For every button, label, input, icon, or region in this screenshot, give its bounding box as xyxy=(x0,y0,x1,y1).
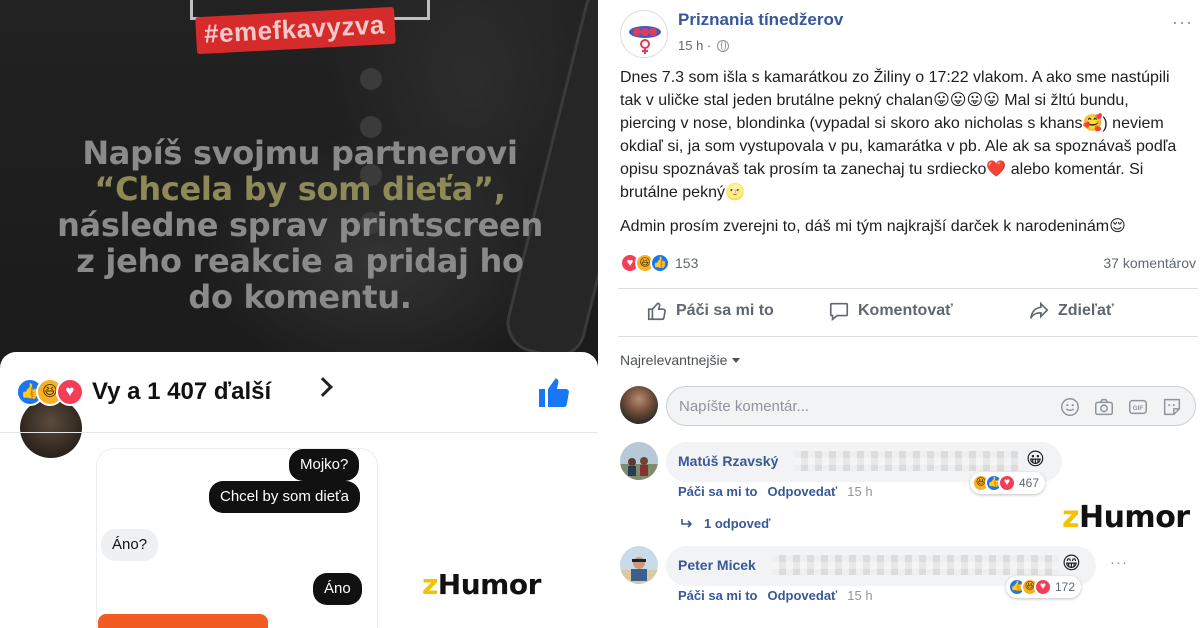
redacted-comment-text xyxy=(772,555,1058,575)
comment-icon xyxy=(829,302,849,321)
commenter-avatar[interactable] xyxy=(620,546,658,584)
headline-line-5: do komentu. xyxy=(188,278,412,316)
comment-reactions[interactable]: 😆 👍 ♥ 467 xyxy=(970,472,1046,494)
like-button[interactable]: Páči sa mi to xyxy=(646,300,774,322)
love-icon: ♥ xyxy=(1034,578,1052,596)
like-thumb-icon[interactable] xyxy=(536,374,572,410)
chat-screenshot: Mojko? Chcel by som dieťa Áno? Áno xyxy=(96,448,378,628)
post-reactions[interactable]: ♥ 😆 👍 153 xyxy=(620,253,698,273)
headline-line-4: z jeho reakcie a pridaj ho xyxy=(76,242,524,280)
comment-reply-link[interactable]: Odpovedať xyxy=(767,484,837,499)
replies-count: 1 odpoveď xyxy=(704,516,771,531)
comment-button-label: Komentovať xyxy=(858,302,953,319)
avatar-photo xyxy=(620,546,658,584)
post-body: Dnes 7.3 som išla s kamarátkou zo Žiliny… xyxy=(620,66,1188,238)
like-button-label: Páči sa mi to xyxy=(676,302,774,319)
reactions-summary[interactable]: 👍 😆 ♥ Vy a 1 407 ďalší xyxy=(16,376,271,408)
more-options-icon[interactable]: ··· xyxy=(1110,554,1128,571)
zhumor-watermark: zHumor xyxy=(1062,500,1190,535)
more-options-icon[interactable]: ··· xyxy=(1172,12,1193,33)
like-icon: 👍 xyxy=(650,253,670,273)
reactions-count-text: Vy a 1 407 ďalší xyxy=(92,378,272,405)
comment-emoji: 😁 xyxy=(1062,553,1081,573)
left-screenshot-panel: #emefkavyzva Napíš svojmu partnerovi “Ch… xyxy=(0,0,600,628)
thumbs-up-icon xyxy=(647,302,666,321)
post-paragraph: Dnes 7.3 som išla s kamarátkou zo Žiliny… xyxy=(620,69,1177,201)
share-icon xyxy=(1029,301,1049,319)
divider xyxy=(618,288,1198,289)
comment-actions: Páči sa mi to Odpovedať 15 h xyxy=(678,484,873,499)
comment-button[interactable]: Komentovať xyxy=(828,300,953,322)
reply-arrow-icon xyxy=(681,518,693,528)
comment-input[interactable] xyxy=(679,387,1049,425)
svg-text:GIF: GIF xyxy=(1133,405,1144,412)
redacted-comment-text xyxy=(794,451,1018,471)
headline-quote: “Chcela by som dieťa”, xyxy=(94,170,506,208)
sort-label: Najrelevantnejšie xyxy=(620,352,728,368)
comment-time[interactable]: 15 h xyxy=(847,484,872,499)
globe-icon xyxy=(717,39,730,52)
chat-message-out: Chcel by som dieťa xyxy=(209,481,361,513)
chat-message-out: Mojko? xyxy=(289,449,360,481)
commenter-avatar[interactable] xyxy=(620,442,658,480)
post-paragraph: Admin prosím zverejni to, dáš mi tým naj… xyxy=(620,218,1126,235)
comment-reply-link[interactable]: Odpovedať xyxy=(767,588,837,603)
sticker-icon[interactable] xyxy=(1161,396,1183,418)
headline-line-1: Napíš svojmu partnerovi xyxy=(82,134,518,172)
share-button-label: Zdieľať xyxy=(1058,302,1114,319)
comment-reactions-count: 172 xyxy=(1055,580,1076,594)
headline-line-3: následne sprav printscreen xyxy=(57,206,543,244)
caret-down-icon xyxy=(732,357,741,363)
camera-icon[interactable] xyxy=(1093,396,1115,418)
challenge-headline: Napíš svojmu partnerovi “Chcela by som d… xyxy=(30,135,570,315)
love-icon: ♥ xyxy=(56,378,84,406)
chat-message-in: Áno? xyxy=(101,529,159,561)
post-timestamp[interactable]: 15 h · xyxy=(678,38,730,53)
comments-count-link[interactable]: 37 komentárov xyxy=(1103,255,1196,271)
view-replies-link[interactable]: 1 odpoveď xyxy=(680,516,770,531)
commenter-name-link[interactable]: Matúš Rzavský xyxy=(678,453,778,469)
page-logo-icon xyxy=(622,12,667,57)
divider xyxy=(0,432,598,433)
timestamp-text: 15 h · xyxy=(678,38,712,53)
reactions-count: 153 xyxy=(675,255,699,271)
zhumor-watermark: zHumor xyxy=(422,568,541,601)
page-avatar[interactable] xyxy=(620,10,668,58)
comment-reactions[interactable]: 👍 😆 ♥ 172 xyxy=(1006,576,1082,598)
emoji-icon[interactable] xyxy=(1059,396,1081,418)
comment-like-link[interactable]: Páči sa mi to xyxy=(678,588,757,603)
comment-emoji: 😀 xyxy=(1026,449,1045,469)
share-button[interactable]: Zdieľať xyxy=(1028,300,1114,322)
divider xyxy=(618,336,1198,337)
chat-message-out: Áno xyxy=(313,573,362,605)
love-icon: ♥ xyxy=(998,474,1016,492)
comment-actions: Páči sa mi to Odpovedať 15 h xyxy=(678,588,873,603)
facebook-post-panel: Priznania tínedžerov 15 h · ··· Dnes 7.3… xyxy=(604,0,1200,628)
comment-box[interactable]: GIF xyxy=(666,386,1196,426)
orange-strip xyxy=(98,614,268,628)
comment-sort-dropdown[interactable]: Najrelevantnejšie xyxy=(620,352,741,368)
commenter-name-link[interactable]: Peter Micek xyxy=(678,557,756,573)
gif-icon[interactable]: GIF xyxy=(1127,396,1149,418)
avatar[interactable] xyxy=(620,386,658,424)
comment-time[interactable]: 15 h xyxy=(847,588,872,603)
comment-reactions-count: 467 xyxy=(1019,476,1040,490)
comment-like-link[interactable]: Páči sa mi to xyxy=(678,484,757,499)
avatar-photo xyxy=(620,442,658,480)
page-name-link[interactable]: Priznania tínedžerov xyxy=(678,10,843,30)
